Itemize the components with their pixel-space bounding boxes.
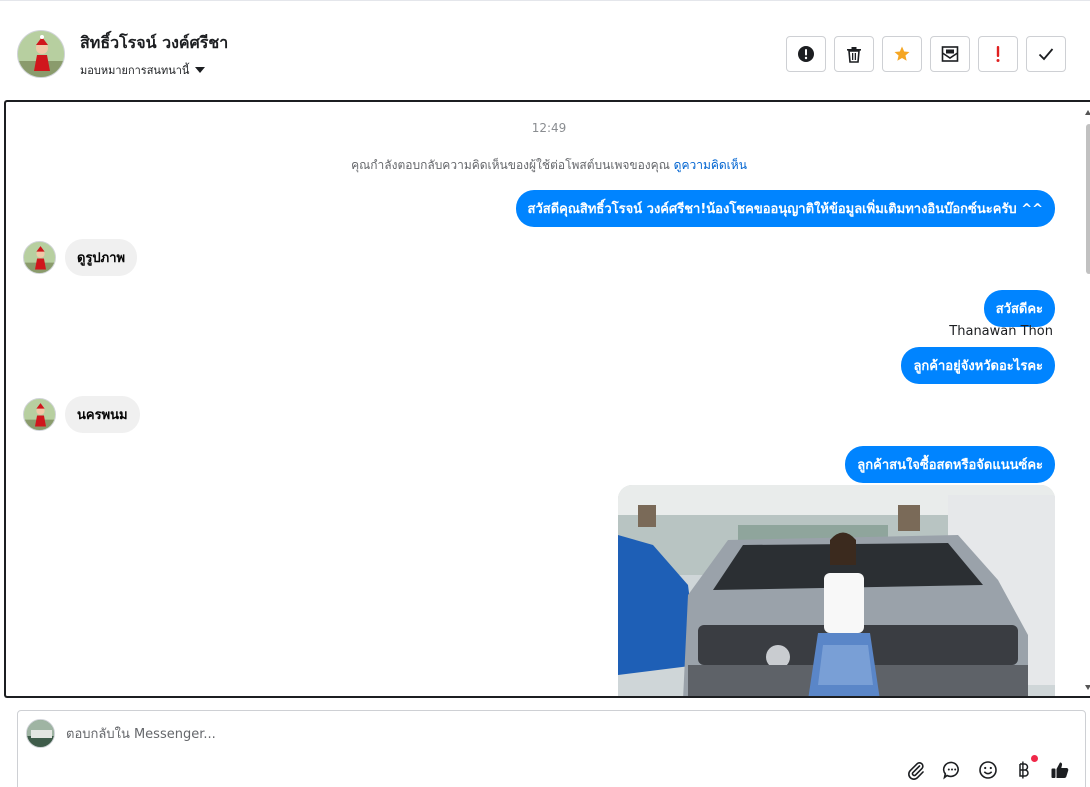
emoji-icon xyxy=(979,761,997,779)
assign-conversation-dropdown[interactable]: มอบหมายการสนทนานี้ xyxy=(80,61,206,79)
message-bubble-incoming[interactable]: ดูรูปภาพ xyxy=(65,239,138,276)
alert-circle-icon xyxy=(798,46,814,62)
message-bubble-outgoing[interactable]: สวัสดีคุณสิทธิ์วโรจน์ วงค์ศรีชา!น้องโชคข… xyxy=(515,190,1055,227)
page-avatar xyxy=(26,719,55,748)
mark-unread-button[interactable] xyxy=(930,36,970,72)
message-bubble-incoming[interactable]: นครพนม xyxy=(65,396,140,433)
scrollbar-thumb[interactable] xyxy=(1086,124,1090,274)
message-thread[interactable]: 12:49 คุณกำลังตอบกลับความคิดเห็นของผู้ใช… xyxy=(4,100,1090,698)
payment-button[interactable] xyxy=(1013,755,1038,781)
trash-icon xyxy=(847,46,861,63)
thumbs-up-icon xyxy=(1051,762,1069,778)
inbox-conversation-view: สิทธิ์วโรจน์ วงค์ศรีชา มอบหมายการสนทนานี… xyxy=(0,0,1090,787)
star-button[interactable] xyxy=(882,36,922,72)
composer-tools xyxy=(905,755,1071,781)
follow-up-button[interactable] xyxy=(978,36,1018,72)
notification-dot xyxy=(1031,755,1038,762)
video-attachment[interactable] xyxy=(618,485,1055,696)
caret-down-icon xyxy=(195,67,206,73)
reply-input[interactable] xyxy=(66,724,966,744)
message-timestamp: 12:49 xyxy=(531,121,567,135)
paperclip-icon xyxy=(908,762,924,780)
baht-icon xyxy=(1019,761,1029,779)
contact-avatar-small xyxy=(23,398,56,431)
assign-label: มอบหมายการสนทนานี้ xyxy=(80,64,190,77)
chat-bubble-icon xyxy=(942,761,959,780)
done-button[interactable] xyxy=(1026,36,1066,72)
send-like-button[interactable] xyxy=(1049,759,1071,781)
scroll-up-arrow-icon[interactable] xyxy=(1085,110,1090,115)
mark-spam-button[interactable] xyxy=(786,36,826,72)
header-actions xyxy=(786,36,1066,72)
contact-avatar-small xyxy=(23,241,56,274)
star-icon xyxy=(894,46,910,61)
message-bubble-outgoing[interactable]: สวัสดีคะ xyxy=(983,290,1055,327)
showroom-photo xyxy=(618,485,1055,696)
message-bubble-outgoing[interactable]: ลูกค้าอยู่จังหวัดอะไรคะ xyxy=(901,347,1055,384)
message-bubble-outgoing[interactable]: ลูกค้าสนใจซื้อสดหรือจัดแนนซ์คะ xyxy=(845,446,1055,483)
scroll-down-arrow-icon[interactable] xyxy=(1085,685,1090,690)
envelope-icon xyxy=(941,46,959,62)
contact-name[interactable]: สิทธิ์วโรจน์ วงค์ศรีชา xyxy=(80,31,228,56)
attach-file-button[interactable] xyxy=(905,759,927,781)
notice-text: คุณกำลังตอบกลับความคิดเห็นของผู้ใช้ต่อโพ… xyxy=(351,158,674,172)
exclamation-icon xyxy=(996,46,1000,62)
saved-replies-button[interactable] xyxy=(941,759,963,781)
emoji-button[interactable] xyxy=(977,759,999,781)
conversation-header: สิทธิ์วโรจน์ วงค์ศรีชา มอบหมายการสนทนานี… xyxy=(0,0,1090,100)
view-comment-link[interactable]: ดูความคิดเห็น xyxy=(674,158,747,172)
reply-composer xyxy=(17,710,1086,787)
comment-reply-notice: คุณกำลังตอบกลับความคิดเห็นของผู้ใช้ต่อโพ… xyxy=(6,156,1090,175)
scrollbar[interactable] xyxy=(1084,102,1090,696)
check-icon xyxy=(1038,48,1054,61)
sender-name: Thanawan Thon xyxy=(949,324,1053,339)
delete-button[interactable] xyxy=(834,36,874,72)
contact-avatar[interactable] xyxy=(17,30,65,78)
